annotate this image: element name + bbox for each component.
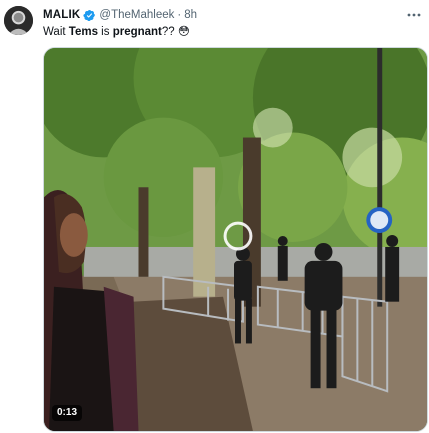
tweet-text: Wait Tems is pregnant?? 😳: [43, 24, 190, 40]
tweet-text-part: Wait: [43, 26, 69, 38]
video-frame: [44, 48, 427, 431]
avatar[interactable]: [4, 6, 33, 35]
video-player[interactable]: 0:13: [43, 47, 428, 432]
timestamp[interactable]: 8h: [184, 7, 197, 23]
tweet-text-end: ?? 😳: [161, 26, 190, 38]
author-handle[interactable]: @TheMahleek: [99, 7, 174, 23]
tweet-header: MALIK @TheMahleek · 8h: [43, 7, 399, 23]
tweet-text-bold: Tems: [68, 26, 98, 38]
more-horizontal-icon[interactable]: [406, 8, 422, 22]
tweet[interactable]: MALIK @TheMahleek · 8h Wait Tems is preg…: [0, 0, 429, 433]
separator-dot: ·: [177, 9, 182, 21]
tweet-text-bold: pregnant: [112, 26, 162, 38]
tweet-text-part: is: [97, 26, 113, 38]
avatar-image: [4, 6, 33, 35]
verified-badge-icon: [83, 9, 96, 22]
video-duration-badge: 0:13: [52, 405, 83, 421]
author-name[interactable]: MALIK: [43, 7, 80, 23]
